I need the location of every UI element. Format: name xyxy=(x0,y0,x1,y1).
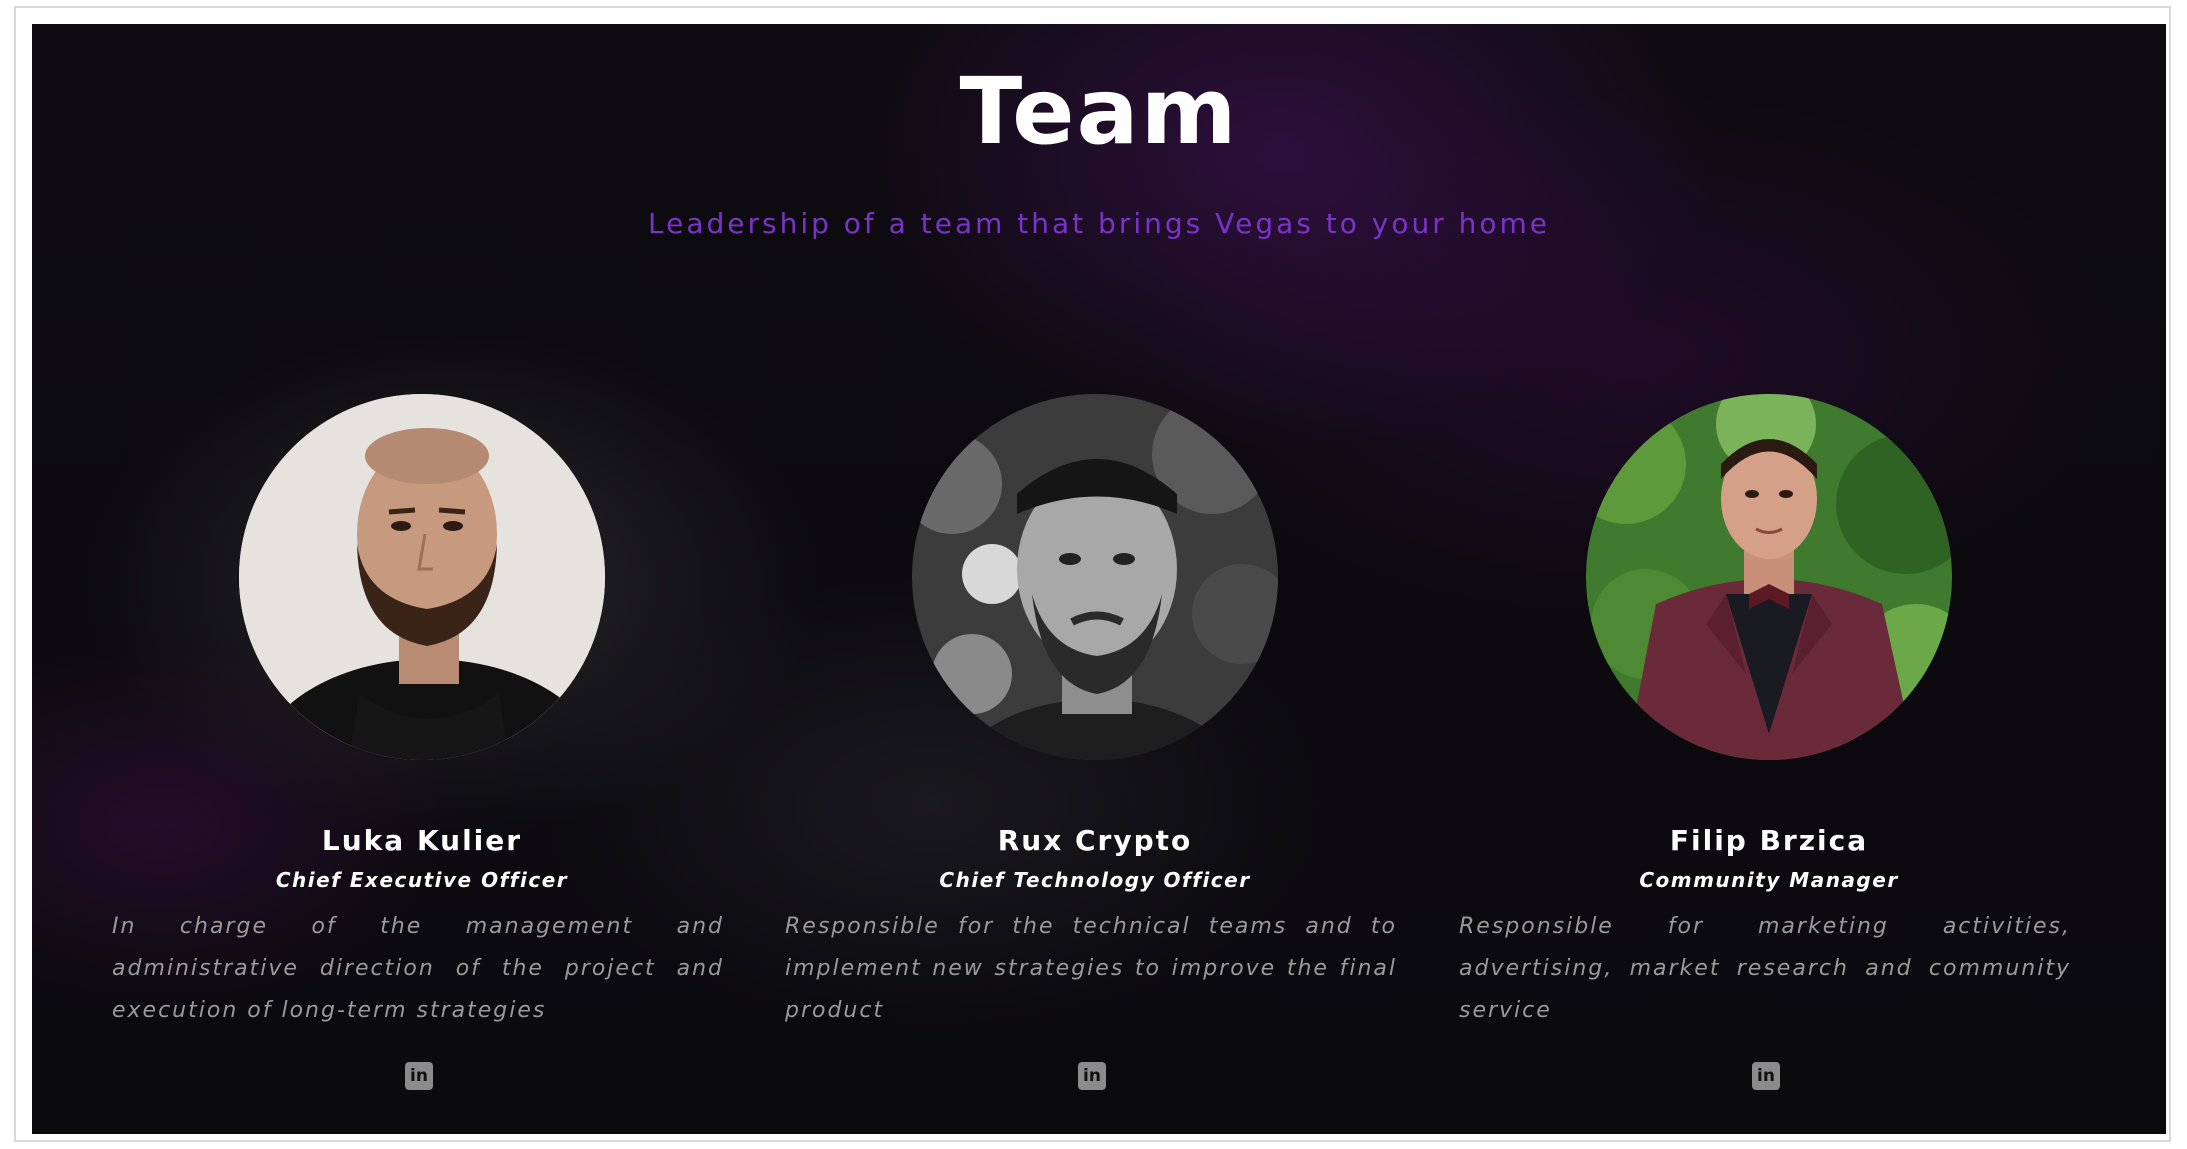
member-photo xyxy=(1586,394,1952,760)
linkedin-icon[interactable]: in xyxy=(1078,1062,1106,1090)
member-role: Community Manager xyxy=(1639,868,1899,892)
section-title: Team xyxy=(959,58,1239,165)
linkedin-icon[interactable]: in xyxy=(405,1062,433,1090)
member-role: Chief Executive Officer xyxy=(275,868,569,892)
member-name: Luka Kulier xyxy=(321,824,523,857)
linkedin-icon[interactable]: in xyxy=(1752,1062,1780,1090)
member-photo xyxy=(912,394,1278,760)
member-bio: In charge of the management and administ… xyxy=(112,914,724,1023)
member-bio: Responsible for marketing activities, ad… xyxy=(1459,914,2071,1023)
member-photo xyxy=(239,394,605,760)
team-section: Team Leadership of a team that brings Ve… xyxy=(32,24,2166,1134)
member-name: Rux Crypto xyxy=(997,824,1193,857)
member-role: Chief Technology Officer xyxy=(939,868,1251,892)
member-bio: Responsible for the technical teams and … xyxy=(785,914,1397,1023)
member-name: Filip Brzica xyxy=(1669,824,1869,857)
section-subtitle: Leadership of a team that brings Vegas t… xyxy=(648,207,1550,240)
